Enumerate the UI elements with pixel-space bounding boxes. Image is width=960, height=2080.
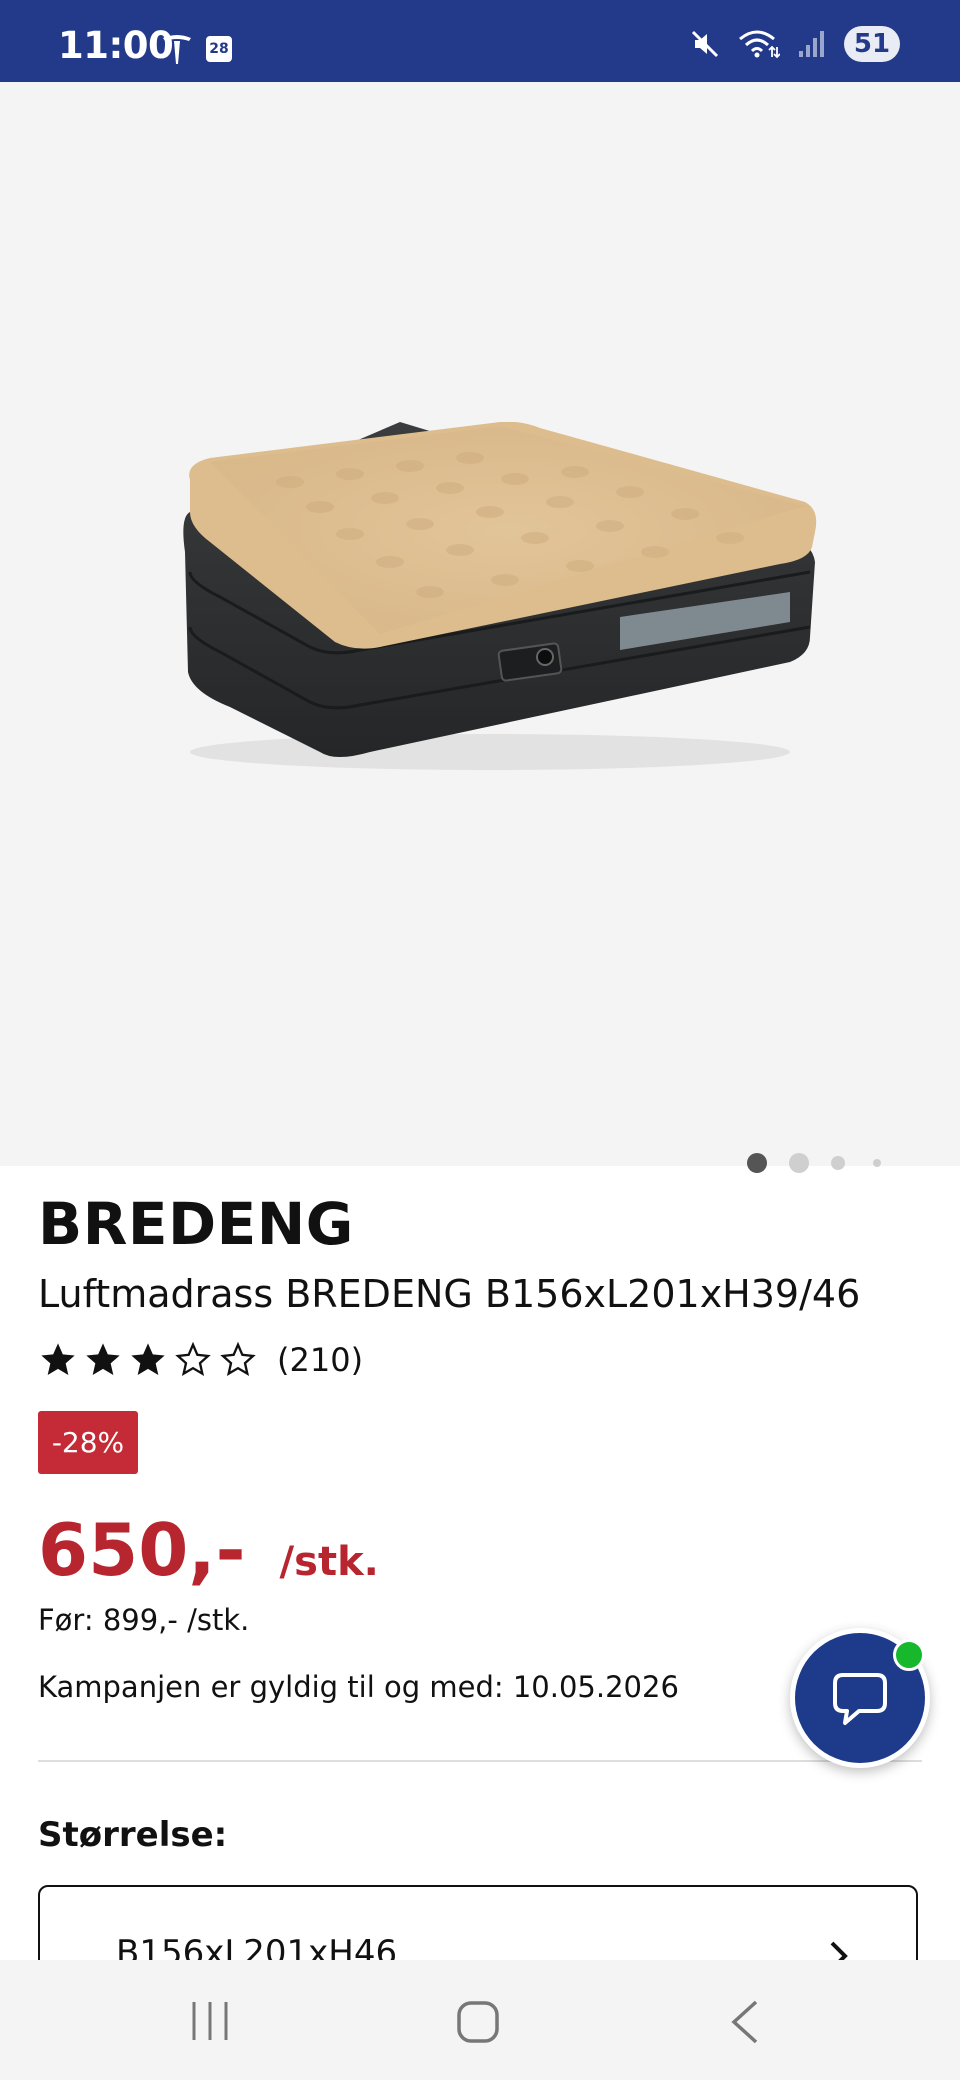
chat-bubble-icon xyxy=(833,1673,887,1725)
star-empty-icon xyxy=(175,1341,211,1377)
campaign-validity: Kampanjen er gyldig til og med: 10.05.20… xyxy=(38,1670,679,1704)
product-image-carousel[interactable] xyxy=(0,82,960,1173)
product-title: Luftmadrass BREDENG B156xL201xH39/46 xyxy=(38,1272,861,1316)
status-left-icons: 28 xyxy=(160,32,232,66)
system-nav-bar xyxy=(0,1960,960,2080)
back-icon[interactable] xyxy=(730,2000,760,2044)
product-image xyxy=(183,422,817,770)
product-brand: BREDENG xyxy=(38,1190,354,1258)
before-price: Før: 899,- /stk. xyxy=(38,1603,250,1637)
status-time: 11:00 xyxy=(58,24,174,67)
status-bar: 11:00 28 51 xyxy=(0,0,960,82)
battery-icon: 51 xyxy=(844,26,900,62)
signal-icon xyxy=(799,31,824,57)
divider xyxy=(38,1760,922,1762)
discount-badge: -28% xyxy=(38,1411,138,1474)
star-filled-icon xyxy=(86,1343,120,1375)
carousel-dot[interactable] xyxy=(873,1159,881,1167)
price: 650,- xyxy=(38,1508,246,1592)
mute-icon xyxy=(691,30,719,58)
carousel-dot[interactable] xyxy=(789,1153,809,1173)
wifi-icon xyxy=(739,30,780,59)
price-unit: /stk. xyxy=(279,1539,379,1585)
star-empty-icon xyxy=(220,1341,256,1377)
home-icon[interactable] xyxy=(456,2000,500,2044)
status-right-icons: 51 xyxy=(690,26,900,62)
calendar-icon: 28 xyxy=(206,36,232,62)
online-indicator xyxy=(893,1639,925,1671)
carousel-dot[interactable] xyxy=(747,1153,767,1173)
carousel-dots xyxy=(747,1153,881,1173)
rating[interactable]: (210) xyxy=(38,1340,363,1380)
star-filled-icon xyxy=(131,1343,165,1375)
rating-count[interactable]: (210) xyxy=(277,1341,363,1379)
recents-icon[interactable] xyxy=(190,2000,230,2042)
tesla-icon xyxy=(163,35,191,64)
chat-button[interactable] xyxy=(790,1628,930,1768)
price-row: 650,- /stk. xyxy=(38,1508,379,1592)
star-filled-icon xyxy=(41,1343,75,1375)
size-label: Størrelse: xyxy=(38,1815,228,1855)
carousel-dot[interactable] xyxy=(831,1156,845,1170)
